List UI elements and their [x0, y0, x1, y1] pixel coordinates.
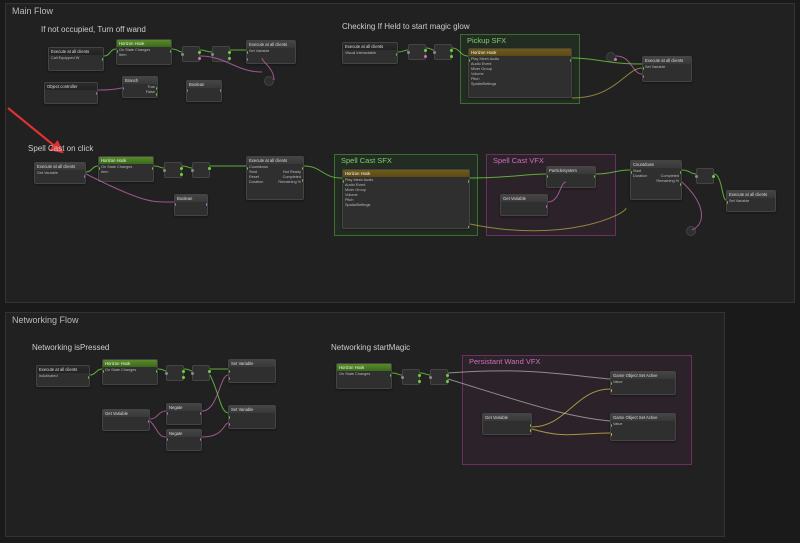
subtitle-spell-cast: Spell Cast on click	[28, 144, 93, 153]
node-particle-system[interactable]: ParticleSystem	[546, 166, 596, 188]
networking-flow-panel: Networking Flow Networking isPressed Net…	[5, 312, 725, 537]
node-set-variable-np-2[interactable]: Set Variable	[228, 405, 276, 429]
node-merge-3[interactable]	[192, 162, 210, 178]
node-split-5[interactable]	[402, 369, 420, 385]
node-merge-2[interactable]	[434, 44, 452, 60]
node-split-4[interactable]	[166, 365, 184, 381]
subtitle-net-magic: Networking startMagic	[331, 343, 410, 352]
node-merge-4[interactable]	[696, 168, 714, 184]
node-negate-2[interactable]: Negate	[166, 429, 202, 451]
node-play-audio-pickup[interactable]: Horizon Hook Play Mesh Audio Audio Event…	[468, 48, 572, 98]
node-on-state-change-4[interactable]: Horizon Hook On State Changes	[336, 363, 392, 389]
node-merge-5[interactable]	[192, 365, 210, 381]
node-on-state-change-3[interactable]: Horizon Hook On State Changes	[102, 359, 158, 385]
node-merge-1[interactable]	[212, 46, 230, 62]
node-set-variable-np-1[interactable]: Set Variable	[228, 359, 276, 383]
node-get-variable-vfx[interactable]: Get Variable	[500, 194, 548, 216]
node-dot-1[interactable]	[264, 76, 274, 86]
node-get-variable-pv[interactable]: Get Variable	[482, 413, 532, 435]
node-on-state-change-2[interactable]: Horizon Hook On State ChangesItem	[98, 156, 154, 182]
node-on-state-change-1[interactable]: Horizon Hook On State ChangesItem	[116, 39, 172, 65]
node-split-1[interactable]	[182, 46, 200, 62]
node-call-equipped[interactable]: Execute at all clients Call Equipped W	[48, 47, 104, 71]
node-boolean-2[interactable]: Boolean	[174, 194, 208, 216]
subtitle-net-pressed: Networking isPressed	[32, 343, 109, 352]
node-countdown-2[interactable]: Countdown Start DurationCompleted Remain…	[630, 160, 682, 200]
node-set-active-2[interactable]: Game Object Set Active Value	[610, 413, 676, 441]
main-flow-panel: Main Flow If not occupied, Turn off wand…	[5, 3, 795, 303]
node-set-variable-3[interactable]: Execute at all clients Set Variable	[726, 190, 776, 212]
subtitle-turn-off-wand: If not occupied, Turn off wand	[41, 25, 146, 34]
networking-flow-title: Networking Flow	[12, 315, 79, 325]
subtitle-check-held: Checking If Held to start magic glow	[342, 22, 470, 31]
node-play-audio-cast[interactable]: Horizon Hook Play Mesh Audio Audio Event…	[342, 169, 470, 229]
main-flow-title: Main Flow	[12, 6, 53, 16]
node-is-activated[interactable]: Execute at all clients IsActivated	[36, 365, 90, 387]
node-split-3[interactable]	[164, 162, 182, 178]
node-dot-end[interactable]	[686, 226, 696, 236]
node-boolean-1[interactable]: Boolean	[186, 80, 222, 102]
node-branch-1[interactable]: Branch True False	[122, 76, 158, 98]
node-visual-interactable[interactable]: Execute at all clients Visual Interactab…	[342, 42, 398, 64]
node-dot-pickup[interactable]	[606, 52, 616, 62]
node-merge-6[interactable]	[430, 369, 448, 385]
node-get-variable-np[interactable]: Get Variable	[102, 409, 150, 431]
node-object-variable-1[interactable]: Object controller	[44, 82, 98, 104]
node-set-variable-2[interactable]: Execute at all clients Set Variable	[642, 56, 692, 82]
node-set-active-1[interactable]: Game Object Set Active Value	[610, 371, 676, 395]
node-get-variable-1[interactable]: Execute at all clients Get Variable	[34, 162, 86, 184]
node-countdown-1[interactable]: Execute at all clients Countdown StartNo…	[246, 156, 304, 200]
node-split-2[interactable]	[408, 44, 426, 60]
node-negate-1[interactable]: Negate	[166, 403, 202, 425]
node-set-variable-1[interactable]: Execute at all clients Set Variable	[246, 40, 296, 64]
red-arrow-annotation	[4, 104, 84, 164]
